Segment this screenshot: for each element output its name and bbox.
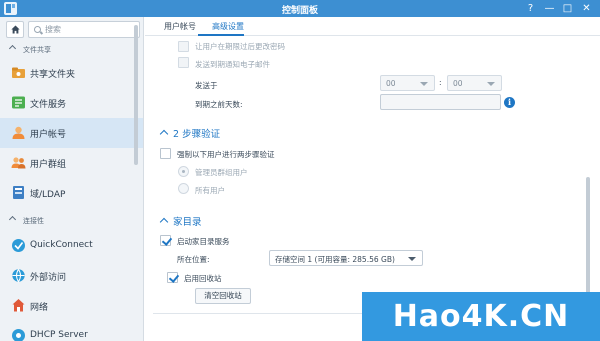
close-icon[interactable]: ✕ xyxy=(580,2,593,15)
empty-recycle-bin-button[interactable]: 清空回收站 xyxy=(195,288,251,304)
sidebar-item-dhcp-server[interactable]: DHCP Server xyxy=(0,321,143,341)
sidebar-item-file-services[interactable]: 文件服务 xyxy=(0,88,143,118)
location-label: 所在位置: xyxy=(177,255,210,264)
maximize-icon[interactable]: □ xyxy=(561,2,574,15)
sidebar-item-user-account[interactable]: 用户帐号 xyxy=(0,118,143,148)
chevron-down-icon xyxy=(408,257,416,261)
minimize-icon[interactable]: — xyxy=(543,2,556,15)
password-expiry-checkbox[interactable] xyxy=(178,41,189,52)
send-at-label: 发送于 xyxy=(195,81,218,90)
external-access-icon xyxy=(12,269,25,283)
sidebar: 文件共享 共享文件夹 文件服务 用户帐号 用户群组 xyxy=(0,17,144,341)
sidebar-item-shared-folder[interactable]: 共享文件夹 xyxy=(0,58,143,88)
expiry-email-label: 发送到期通知电子邮件 xyxy=(195,60,270,69)
watermark: Hao4K.CN xyxy=(362,292,600,341)
sidebar-toolbar xyxy=(4,21,140,38)
chevron-up-icon xyxy=(8,44,17,53)
password-expiry-label: 让用户在期限过后更改密码 xyxy=(195,42,285,51)
radio-admin-group-users[interactable] xyxy=(178,166,189,177)
section-title-two-step: 2 步骤验证 xyxy=(173,129,221,140)
days-before-label: 到期之前天数: xyxy=(195,100,243,109)
search-input[interactable] xyxy=(45,23,135,36)
window-title: 控制面板 xyxy=(281,6,318,16)
enforce-two-step-label: 强制以下用户进行两步骤验证 xyxy=(177,150,275,159)
sidebar-section-file-sharing[interactable]: 文件共享 xyxy=(0,43,143,57)
enable-recycle-bin-checkbox[interactable] xyxy=(167,272,178,283)
quickconnect-icon xyxy=(12,239,25,252)
main-scrollbar[interactable] xyxy=(586,177,590,307)
help-icon[interactable]: ? xyxy=(524,2,537,15)
location-select[interactable]: 存储空间 1 (可用容量: 285.56 GB) xyxy=(269,250,423,266)
radio-all-users[interactable] xyxy=(178,183,189,194)
enable-home-service-checkbox[interactable] xyxy=(160,235,171,246)
radio-all-users-label: 所有用户 xyxy=(195,186,225,195)
chevron-down-icon xyxy=(487,82,495,86)
sidebar-item-external-access[interactable]: 外部访问 xyxy=(0,261,143,291)
home-button[interactable] xyxy=(6,21,24,38)
enforce-two-step-checkbox[interactable] xyxy=(160,148,171,159)
chevron-up-icon xyxy=(8,215,17,224)
network-icon xyxy=(12,299,25,312)
radio-admin-group-users-label: 管理员群组用户 xyxy=(195,168,248,177)
chevron-down-icon xyxy=(420,82,428,86)
sidebar-item-domain-ldap[interactable]: 域/LDAP xyxy=(0,178,143,208)
time-separator: : xyxy=(439,78,442,87)
enable-recycle-bin-label: 启用回收站 xyxy=(184,274,222,283)
window-titlebar: 控制面板 ? — □ ✕ xyxy=(0,0,600,17)
section-title-home: 家目录 xyxy=(173,217,202,228)
tab-advanced-settings[interactable]: 高级设置 xyxy=(212,21,244,32)
search-box[interactable] xyxy=(28,21,140,38)
sidebar-section-connectivity[interactable]: 连接性 xyxy=(0,214,143,228)
chevron-up-icon[interactable] xyxy=(159,217,169,227)
tab-user-account[interactable]: 用户帐号 xyxy=(164,21,196,32)
shared-folder-icon xyxy=(12,67,25,78)
ldap-icon xyxy=(13,186,24,199)
tab-bar: 用户帐号 高级设置 xyxy=(145,17,600,36)
enable-home-service-label: 启动家目录服务 xyxy=(177,237,230,246)
send-minute-select[interactable]: 00 xyxy=(447,75,502,91)
dhcp-server-icon xyxy=(12,329,25,341)
file-service-icon xyxy=(12,96,25,109)
days-before-input[interactable] xyxy=(380,94,501,110)
sidebar-scrollbar[interactable] xyxy=(134,25,138,165)
active-tab-indicator xyxy=(198,34,244,36)
chevron-up-icon[interactable] xyxy=(159,129,169,139)
home-icon xyxy=(11,25,20,34)
sidebar-item-user-group[interactable]: 用户群组 xyxy=(0,148,143,178)
info-icon[interactable]: i xyxy=(504,97,515,108)
send-hour-select[interactable]: 00 xyxy=(380,75,435,91)
search-icon xyxy=(34,26,41,33)
user-icon xyxy=(12,126,25,139)
sidebar-item-quickconnect[interactable]: QuickConnect xyxy=(0,231,143,261)
expiry-email-checkbox[interactable] xyxy=(178,57,189,68)
user-group-icon xyxy=(11,157,26,169)
sidebar-item-network[interactable]: 网络 xyxy=(0,291,143,321)
